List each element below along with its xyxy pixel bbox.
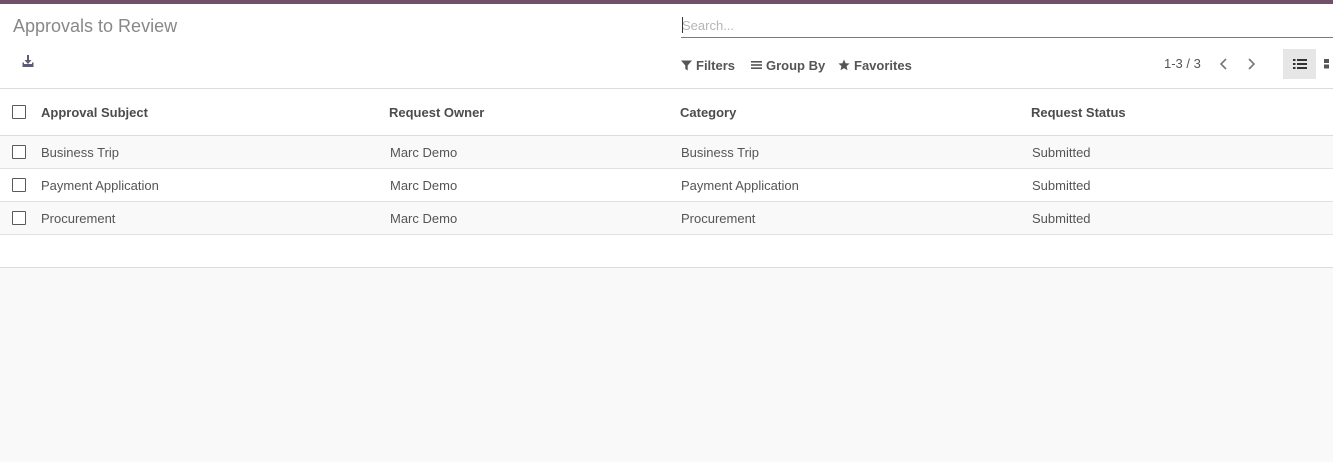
filters-button[interactable]: Filters — [681, 56, 735, 74]
category-cell: Business Trip — [681, 144, 760, 160]
column-header-category[interactable]: Category — [680, 105, 736, 120]
row-checkbox[interactable] — [12, 145, 26, 159]
table-row[interactable]: Procurement Marc Demo Procurement Submit… — [0, 202, 1333, 235]
approval-subject-cell: Procurement — [41, 210, 116, 226]
star-icon — [838, 59, 850, 71]
category-cell: Payment Application — [681, 177, 799, 193]
search-input[interactable] — [681, 14, 1333, 36]
approval-subject-cell: Business Trip — [41, 144, 120, 160]
select-all-checkbox[interactable] — [12, 105, 26, 119]
request-owner-cell: Marc Demo — [390, 210, 458, 226]
favorites-button[interactable]: Favorites — [838, 56, 912, 74]
category-cell: Procurement — [681, 210, 756, 226]
table-row[interactable]: Business Trip Marc Demo Business Trip Su… — [0, 136, 1333, 169]
request-status-cell: Submitted — [1032, 144, 1091, 160]
kanban-view-button[interactable] — [1321, 49, 1333, 79]
column-header-request-status[interactable]: Request Status — [1031, 105, 1126, 120]
row-checkbox[interactable] — [12, 178, 26, 192]
group-by-button[interactable]: Group By — [751, 56, 825, 74]
control-panel: Approvals to Review Filters Group By — [0, 4, 1333, 89]
approval-subject-cell: Payment Application — [41, 177, 159, 193]
search-bar — [681, 14, 1333, 38]
column-header-approval-subject[interactable]: Approval Subject — [41, 105, 148, 120]
request-owner-cell: Marc Demo — [390, 144, 458, 160]
chevron-left-icon — [1219, 58, 1227, 70]
table-row[interactable]: Payment Application Marc Demo Payment Ap… — [0, 169, 1333, 202]
page-title: Approvals to Review — [13, 16, 178, 36]
chevron-right-icon — [1248, 58, 1256, 70]
pager-previous-button[interactable] — [1218, 56, 1232, 74]
list-view-button[interactable] — [1283, 49, 1316, 79]
group-by-label: Group By — [766, 57, 826, 73]
request-status-cell: Submitted — [1032, 210, 1091, 226]
request-owner-cell: Marc Demo — [390, 177, 458, 193]
bars-icon — [751, 61, 762, 69]
request-status-cell: Submitted — [1032, 177, 1091, 193]
filter-icon — [681, 60, 692, 70]
filters-label: Filters — [696, 57, 736, 73]
row-checkbox[interactable] — [12, 211, 26, 225]
kanban-icon — [1324, 59, 1329, 69]
pager-next-button[interactable] — [1245, 56, 1259, 74]
list-icon — [1292, 59, 1307, 69]
column-header-request-owner[interactable]: Request Owner — [389, 105, 484, 120]
pager-value[interactable]: 1-3 / 3 — [1164, 56, 1201, 71]
list-view: Approval Subject Request Owner Category … — [0, 89, 1333, 268]
download-icon — [22, 55, 34, 67]
text-cursor — [682, 17, 683, 33]
table-header: Approval Subject Request Owner Category … — [0, 89, 1333, 136]
favorites-label: Favorites — [854, 57, 912, 73]
download-button[interactable] — [21, 54, 37, 70]
